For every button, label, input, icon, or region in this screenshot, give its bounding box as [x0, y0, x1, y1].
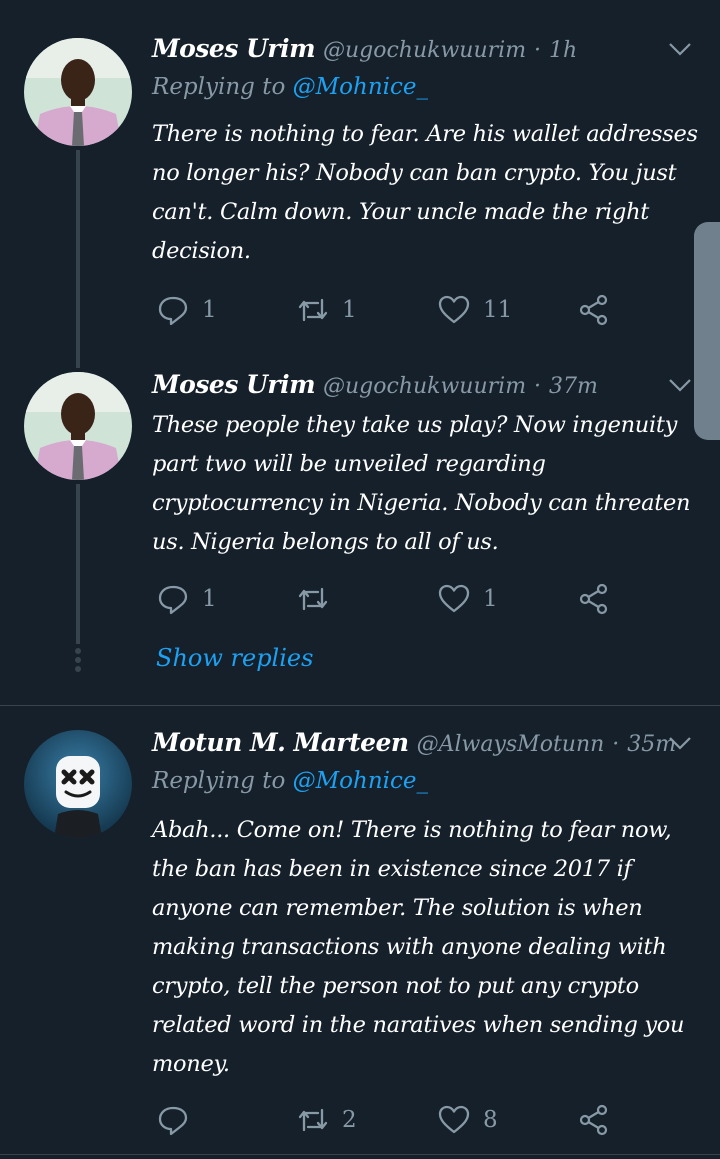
- thread-line: [76, 484, 80, 644]
- heart-icon: [438, 1105, 470, 1134]
- avatar[interactable]: [24, 730, 132, 838]
- replying-to: Replying to @Mohnice_: [152, 74, 428, 100]
- replying-to: Replying to @Mohnice_: [152, 768, 428, 794]
- tweet-text: Abah... Come on! There is nothing to fea…: [152, 817, 685, 1077]
- replying-mention[interactable]: @Mohnice_: [293, 74, 428, 100]
- like-count: 11: [483, 297, 513, 323]
- heart-icon: [438, 295, 470, 324]
- reply-icon: [158, 585, 188, 615]
- reply-button[interactable]: 1: [156, 290, 217, 330]
- share-button[interactable]: [577, 1100, 611, 1140]
- display-name[interactable]: Moses Urim: [152, 370, 316, 399]
- like-button[interactable]: 11: [437, 290, 512, 330]
- like-count: 1: [483, 586, 498, 612]
- share-icon: [579, 294, 608, 326]
- tweet-header: Motun M. Marteen @AlwaysMotunn · 35m: [152, 728, 676, 760]
- share-button[interactable]: [577, 579, 611, 619]
- chevron-down-icon[interactable]: [666, 371, 694, 399]
- like-button[interactable]: 8: [437, 1100, 498, 1140]
- tweet-text: There is nothing to fear. Are his wallet…: [152, 121, 698, 264]
- thread-continuation-dots: [74, 648, 82, 675]
- divider: [0, 1154, 720, 1155]
- tweet-header: Moses Urim @ugochukwuurim · 1h: [152, 34, 650, 66]
- user-handle[interactable]: @ugochukwuurim: [323, 374, 526, 399]
- retweet-icon: [298, 298, 328, 322]
- share-button[interactable]: [577, 290, 611, 330]
- chevron-down-icon[interactable]: [666, 35, 694, 63]
- separator-dot: ·: [534, 38, 542, 63]
- reply-count: 1: [202, 586, 217, 612]
- reply-button[interactable]: [156, 1100, 202, 1140]
- tweet-header: Moses Urim @ugochukwuurim · 37m: [152, 370, 650, 402]
- share-icon: [579, 583, 608, 615]
- separator-dot: ·: [612, 732, 620, 757]
- user-handle[interactable]: @AlwaysMotunn: [417, 732, 605, 757]
- show-replies-link[interactable]: Show replies: [156, 644, 313, 672]
- tweet-actions: 2 8: [152, 1100, 622, 1140]
- tweet-1[interactable]: Moses Urim @ugochukwuurim · 1h Replying …: [0, 0, 720, 368]
- timestamp[interactable]: 37m: [549, 374, 598, 399]
- heart-icon: [438, 584, 470, 613]
- timestamp[interactable]: 1h: [549, 38, 577, 63]
- user-handle[interactable]: @ugochukwuurim: [323, 38, 526, 63]
- reply-icon: [158, 1106, 188, 1136]
- retweet-button[interactable]: 2: [296, 1100, 357, 1140]
- reply-icon: [158, 296, 188, 326]
- avatar[interactable]: [24, 372, 132, 480]
- thread-line: [76, 150, 80, 368]
- like-count: 8: [483, 1107, 498, 1133]
- display-name[interactable]: Moses Urim: [152, 34, 316, 63]
- replying-prefix: Replying to: [152, 768, 286, 794]
- retweet-button[interactable]: [296, 579, 342, 619]
- tweet-2[interactable]: Moses Urim @ugochukwuurim · 37m These pe…: [0, 360, 720, 705]
- replying-mention[interactable]: @Mohnice_: [293, 768, 428, 794]
- tweet-text: These people they take us play? Now inge…: [152, 412, 691, 555]
- like-button[interactable]: 1: [437, 579, 498, 619]
- display-name[interactable]: Motun M. Marteen: [152, 728, 409, 757]
- tweet-actions: 1 1: [152, 579, 622, 619]
- tweet-3[interactable]: Motun M. Marteen @AlwaysMotunn · 35m Rep…: [0, 706, 720, 1159]
- retweet-count: 2: [342, 1107, 357, 1133]
- reply-button[interactable]: 1: [156, 579, 217, 619]
- retweet-icon: [298, 587, 328, 611]
- share-icon: [579, 1104, 608, 1136]
- avatar[interactable]: [24, 38, 132, 146]
- retweet-button[interactable]: 1: [296, 290, 357, 330]
- chevron-down-icon[interactable]: [666, 729, 694, 757]
- reply-count: 1: [202, 297, 217, 323]
- replying-prefix: Replying to: [152, 74, 286, 100]
- retweet-icon: [298, 1108, 328, 1132]
- separator-dot: ·: [534, 374, 542, 399]
- retweet-count: 1: [342, 297, 357, 323]
- tweet-actions: 1 1 11: [152, 290, 622, 330]
